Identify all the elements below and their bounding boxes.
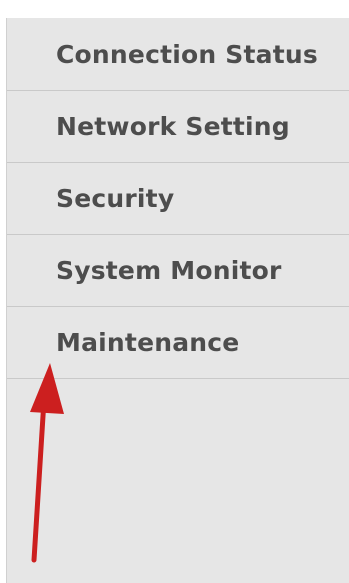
screenshot-frame: Connection Status Network Setting Securi… <box>0 0 349 583</box>
sidebar-item-label: Connection Status <box>56 39 318 69</box>
sidebar-item-system-monitor[interactable]: System Monitor <box>7 235 349 307</box>
sidebar-menu: Connection Status Network Setting Securi… <box>6 18 349 583</box>
sidebar-item-network-setting[interactable]: Network Setting <box>7 91 349 163</box>
sidebar-item-label: Maintenance <box>56 328 240 357</box>
sidebar-item-security[interactable]: Security <box>7 163 349 235</box>
sidebar-item-label: Network Setting <box>56 112 290 141</box>
sidebar-item-label: Security <box>56 184 175 213</box>
sidebar-item-connection-status[interactable]: Connection Status <box>7 18 349 91</box>
sidebar-item-label: System Monitor <box>56 256 282 285</box>
sidebar-item-maintenance[interactable]: Maintenance <box>7 307 349 379</box>
